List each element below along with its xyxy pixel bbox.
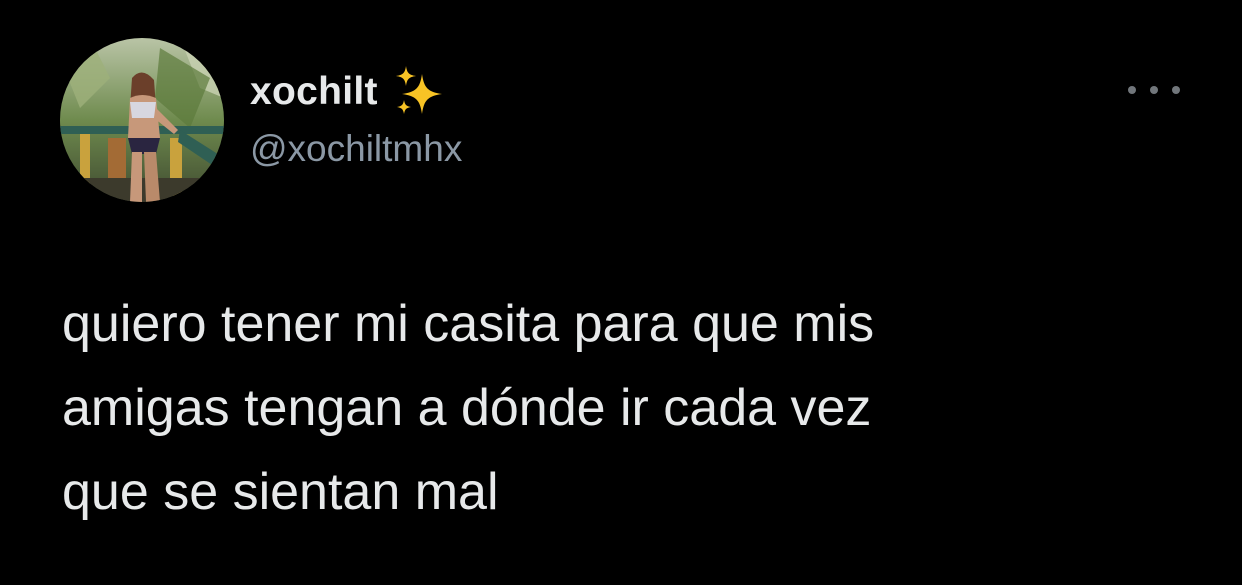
user-handle[interactable]: @xochiltmhx	[250, 128, 462, 170]
more-dot-icon	[1150, 86, 1158, 94]
tweet-text-line: que se sientan mal	[62, 463, 499, 521]
avatar-image	[60, 38, 224, 202]
tweet-text-line: amigas tengan a dónde ir cada vez	[62, 379, 872, 437]
more-options-button[interactable]	[1128, 72, 1180, 108]
sparkles-icon	[395, 66, 442, 114]
tweet-card: xochilt @xochiltmhx quiero tener mi casi…	[0, 0, 1242, 585]
more-dot-icon	[1128, 86, 1136, 94]
tweet-text-line: quiero tener mi casita para que mis	[62, 295, 875, 353]
tweet-text: quiero tener mi casita para que mis amig…	[62, 282, 1182, 534]
author-name-row[interactable]: xochilt	[250, 62, 448, 122]
display-name[interactable]: xochilt	[250, 70, 378, 114]
avatar[interactable]	[60, 38, 224, 202]
more-dot-icon	[1172, 86, 1180, 94]
